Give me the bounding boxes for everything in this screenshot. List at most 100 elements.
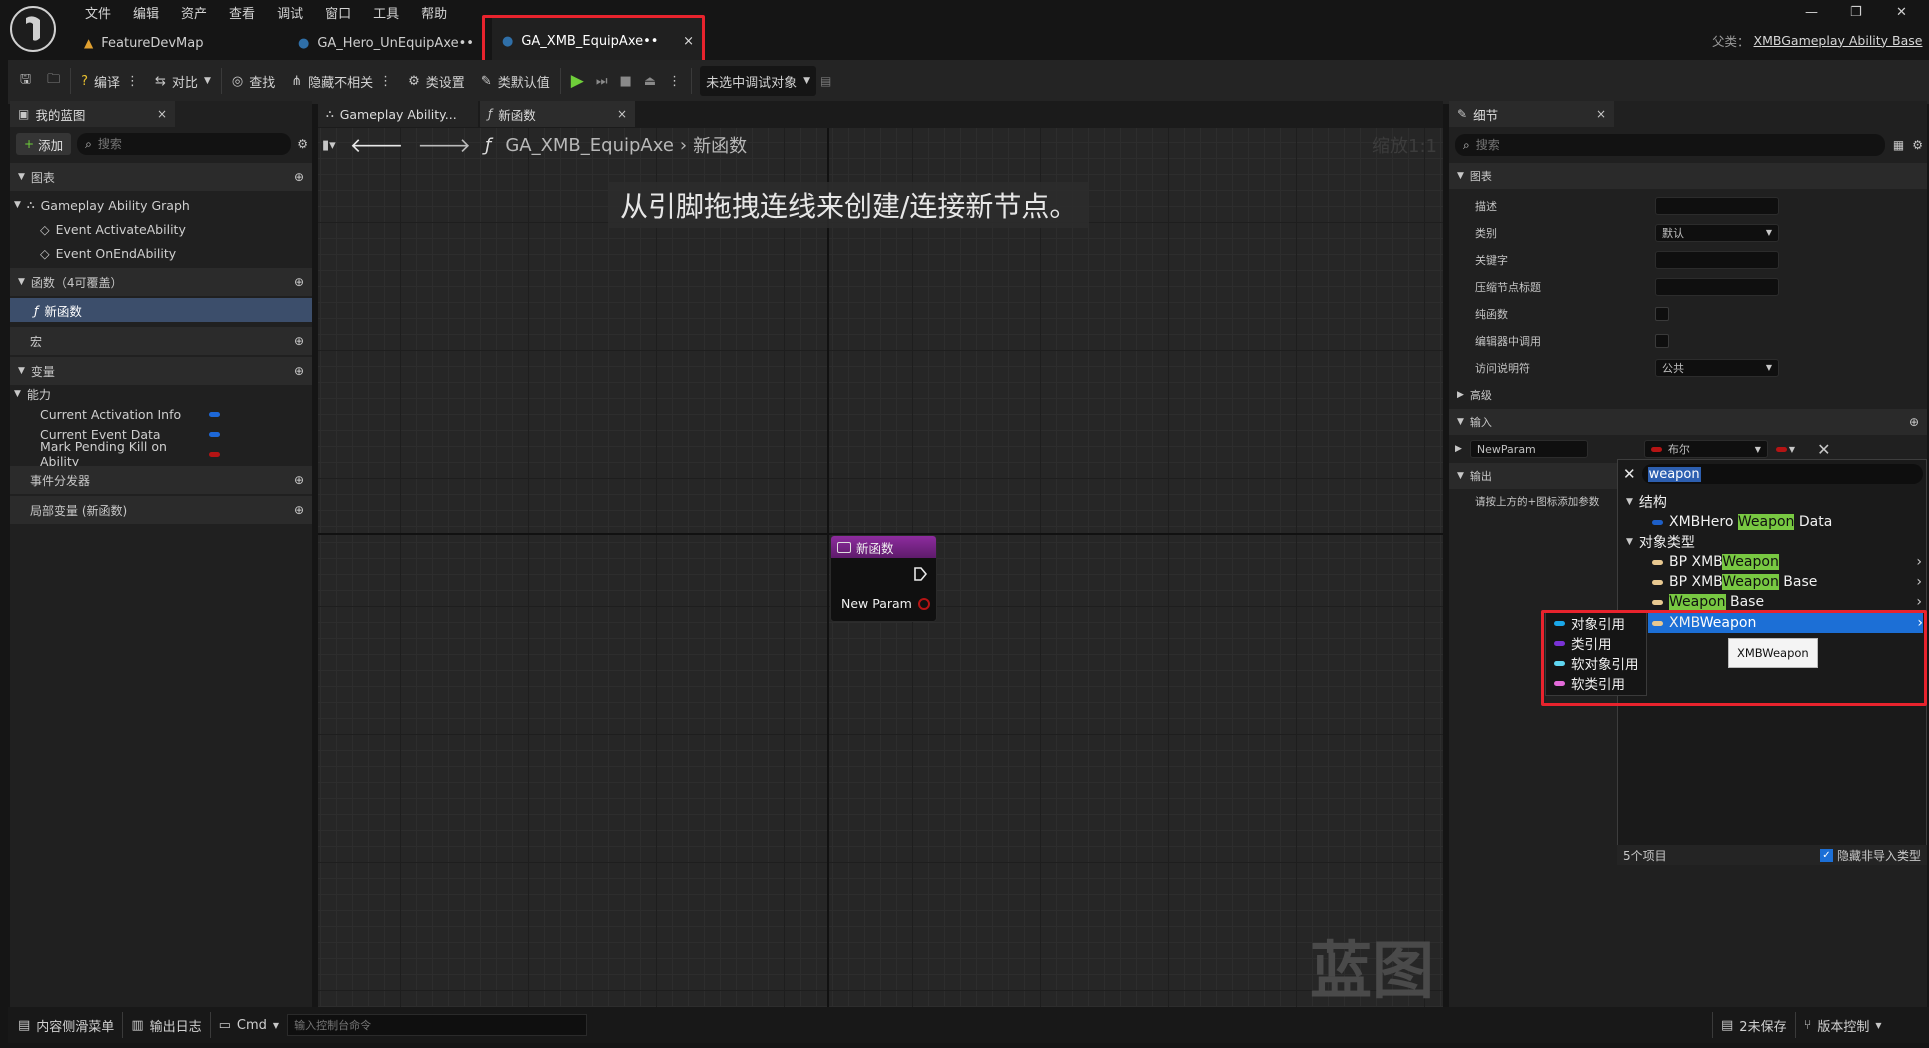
class-defaults-button[interactable]: ✎ 类默认值 bbox=[475, 66, 556, 96]
function-item-new[interactable]: ƒ 新函数 bbox=[10, 298, 312, 322]
menu-file[interactable]: 文件 bbox=[74, 3, 122, 22]
section-macros[interactable]: 宏 ⊕ bbox=[10, 327, 312, 355]
variable-item[interactable]: Current Activation Info bbox=[40, 404, 220, 424]
add-button[interactable]: + 添加 bbox=[16, 133, 72, 155]
expand-arrow-icon[interactable]: ▶ bbox=[1455, 444, 1462, 454]
type-item-object[interactable]: BP XMBWeapon Base › bbox=[1652, 572, 1922, 592]
param-type-combo[interactable]: 布尔 ▼ bbox=[1643, 440, 1768, 458]
source-control-button[interactable]: ⑂ 版本控制 ▼ bbox=[1796, 1007, 1890, 1043]
breadcrumb-root[interactable]: GA_XMB_EquipAxe bbox=[505, 135, 674, 156]
section-event-dispatchers[interactable]: 事件分发器 ⊕ bbox=[10, 466, 312, 494]
unreal-logo[interactable] bbox=[10, 6, 56, 52]
forward-arrow-icon[interactable]: 🡒 bbox=[417, 133, 471, 157]
tab-my-blueprint[interactable]: ▣ 我的蓝图 × bbox=[10, 101, 175, 127]
settings-gear-icon[interactable]: ⚙ bbox=[297, 137, 308, 151]
graph-item-gameplay-ability[interactable]: ▼ ⛬ Gameplay Ability Graph bbox=[14, 193, 190, 217]
blueprint-search-input[interactable] bbox=[97, 137, 248, 151]
type-search-field[interactable]: weapon bbox=[1641, 464, 1923, 484]
stop-icon[interactable]: ■ bbox=[620, 74, 632, 89]
menu-asset[interactable]: 资产 bbox=[170, 3, 218, 22]
eject-icon[interactable]: ⏏ bbox=[644, 74, 656, 89]
details-search-input[interactable] bbox=[1475, 138, 1776, 152]
section-functions[interactable]: ▼ 函数（4可覆盖） ⊕ bbox=[10, 268, 312, 296]
back-arrow-icon[interactable]: 🡐 bbox=[350, 133, 404, 157]
event-on-end-ability[interactable]: ◇ Event OnEndAbility bbox=[40, 241, 176, 265]
step-icon[interactable]: ⏭ bbox=[596, 74, 608, 89]
hide-non-imported-toggle[interactable]: ✓ 隐藏非导入类型 bbox=[1819, 847, 1921, 864]
more-options-icon[interactable]: ⋮ bbox=[379, 74, 392, 89]
save-button[interactable]: 🖫 bbox=[14, 66, 37, 96]
add-circle-icon[interactable]: ⊕ bbox=[294, 364, 304, 378]
console-command-input[interactable] bbox=[294, 1018, 575, 1032]
settings-gear-icon[interactable]: ⚙ bbox=[1912, 138, 1923, 152]
details-search-field[interactable]: ⌕ bbox=[1455, 134, 1885, 156]
close-tab-icon[interactable]: × bbox=[157, 107, 167, 121]
description-field[interactable] bbox=[1655, 196, 1779, 215]
more-options-icon[interactable]: ⋮ bbox=[668, 74, 681, 89]
remove-param-icon[interactable]: ✕ bbox=[1817, 440, 1830, 459]
function-entry-node[interactable]: 新函数 New Param bbox=[830, 535, 937, 622]
blueprint-search-field[interactable]: ⌕ bbox=[77, 133, 292, 155]
table-view-icon[interactable]: ▦ bbox=[1893, 138, 1904, 152]
section-graphs[interactable]: ▼ 图表 ⊕ bbox=[10, 163, 312, 191]
menu-debug[interactable]: 调试 bbox=[266, 3, 314, 22]
menu-view[interactable]: 查看 bbox=[218, 3, 266, 22]
category-struct[interactable]: ▼ 结构 bbox=[1626, 492, 1667, 512]
output-log-button[interactable]: ▥ 输出日志 bbox=[123, 1007, 209, 1043]
close-tab-icon[interactable]: × bbox=[617, 107, 627, 121]
details-section-inputs[interactable]: ▼ 输入 ⊕ bbox=[1449, 409, 1927, 435]
container-type-combo[interactable]: ▼ bbox=[1775, 445, 1795, 454]
menu-help[interactable]: 帮助 bbox=[410, 3, 458, 22]
param-name-field[interactable]: NewParam bbox=[1469, 440, 1588, 458]
tab-new-function[interactable]: ƒ 新函数 × bbox=[480, 101, 635, 127]
clear-search-icon[interactable]: ✕ bbox=[1623, 465, 1636, 483]
section-local-variables[interactable]: 局部变量 (新函数) ⊕ bbox=[10, 496, 312, 524]
keywords-field[interactable] bbox=[1655, 250, 1779, 269]
tab-ga-hero-unequip[interactable]: ● GA_Hero_UnEquipAxe•• bbox=[288, 30, 488, 56]
parent-class-link[interactable]: XMBGameplay Ability Base bbox=[1754, 33, 1923, 48]
type-item-object[interactable]: BP XMBWeapon › bbox=[1652, 552, 1922, 572]
access-specifier-combo[interactable]: 公共 ▼ bbox=[1655, 358, 1779, 377]
call-in-editor-checkbox[interactable] bbox=[1655, 333, 1669, 348]
type-item-object[interactable]: Weapon Base › bbox=[1652, 592, 1922, 612]
add-circle-icon[interactable]: ⊕ bbox=[1909, 415, 1919, 429]
tab-feature-dev-map[interactable]: ▲ FeatureDevMap bbox=[74, 30, 284, 56]
add-circle-icon[interactable]: ⊕ bbox=[294, 334, 304, 348]
category-combo[interactable]: 默认 ▼ bbox=[1655, 223, 1779, 242]
debug-object-select[interactable]: 未选中调试对象 ▼ bbox=[700, 66, 817, 96]
bookmark-icon[interactable]: ▮▾ bbox=[322, 138, 336, 153]
event-activate-ability[interactable]: ◇ Event ActivateAbility bbox=[40, 217, 186, 241]
cmd-select[interactable]: ▭ Cmd ▼ bbox=[211, 1007, 287, 1043]
diff-button[interactable]: ⇆ 对比 ▼ bbox=[149, 66, 217, 96]
category-object-types[interactable]: ▼ 对象类型 bbox=[1626, 532, 1695, 552]
add-circle-icon[interactable]: ⊕ bbox=[294, 275, 304, 289]
minimize-button[interactable]: — bbox=[1805, 2, 1833, 22]
menu-window[interactable]: 窗口 bbox=[314, 3, 362, 22]
unsaved-button[interactable]: ▤ 2未保存 bbox=[1713, 1007, 1795, 1043]
browse-button[interactable]: 🗀 bbox=[41, 66, 66, 96]
hide-unrelated-button[interactable]: ⋔ 隐藏不相关 ⋮ bbox=[285, 66, 398, 96]
content-drawer-button[interactable]: ▤ 内容侧滑菜单 bbox=[10, 1007, 122, 1043]
section-variables[interactable]: ▼ 变量 ⊕ bbox=[10, 357, 312, 385]
details-section-advanced[interactable]: ▶ 高级 bbox=[1449, 382, 1927, 408]
debug-filter-icon[interactable]: ▤ bbox=[820, 74, 831, 88]
compact-title-field[interactable] bbox=[1655, 277, 1779, 296]
param-output-pin[interactable]: New Param bbox=[841, 596, 930, 611]
variable-item[interactable]: Mark Pending Kill on Ability bbox=[40, 439, 220, 469]
tab-gameplay-ability-graph[interactable]: ⛬ Gameplay Ability... bbox=[318, 101, 478, 127]
pure-checkbox[interactable] bbox=[1655, 306, 1669, 321]
find-button[interactable]: ◎ 查找 bbox=[226, 66, 281, 96]
add-circle-icon[interactable]: ⊕ bbox=[294, 170, 304, 184]
type-item-struct[interactable]: XMBHero Weapon Data bbox=[1652, 512, 1832, 532]
exec-output-pin[interactable] bbox=[913, 566, 927, 582]
console-input-field[interactable] bbox=[287, 1014, 588, 1036]
details-section-graph[interactable]: ▼ 图表 bbox=[1449, 163, 1927, 189]
close-tab-icon[interactable]: × bbox=[1596, 107, 1606, 121]
close-window-button[interactable]: ✕ bbox=[1896, 2, 1924, 22]
compile-button[interactable]: ? 编译 ⋮ bbox=[75, 66, 145, 96]
add-circle-icon[interactable]: ⊕ bbox=[294, 503, 304, 517]
menu-edit[interactable]: 编辑 bbox=[122, 3, 170, 22]
more-options-icon[interactable]: ⋮ bbox=[126, 74, 139, 89]
add-circle-icon[interactable]: ⊕ bbox=[294, 473, 304, 487]
category-ability[interactable]: ▼ 能力 bbox=[14, 384, 51, 404]
